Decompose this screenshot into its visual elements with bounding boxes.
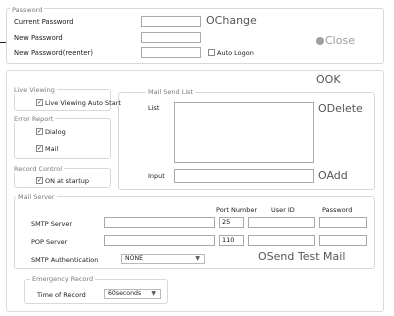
password-group-title: Password <box>10 6 45 14</box>
new-password-label: New Password <box>14 34 63 42</box>
current-password-field[interactable] <box>141 16 201 27</box>
delete-button[interactable]: ODelete <box>318 102 363 115</box>
close-button-label: Close <box>325 34 355 47</box>
add-button[interactable]: OAdd <box>318 169 348 182</box>
pop-server-label: POP Server <box>31 238 68 246</box>
ok-button-label: OK <box>324 73 341 86</box>
change-button-label: Change <box>214 14 257 27</box>
emergency-record-title: Emergency Record <box>30 275 96 283</box>
change-button[interactable]: OChange <box>206 14 257 27</box>
smtp-password-field[interactable] <box>319 217 367 228</box>
ok-button[interactable]: OOK <box>316 73 341 86</box>
time-of-record-label: Time of Record <box>37 291 86 299</box>
input-label: Input <box>148 172 165 180</box>
new-password-reenter-field[interactable] <box>141 47 201 58</box>
on-at-startup-label: ON at startup <box>45 177 90 185</box>
mail-server-title: Mail Server <box>16 193 57 201</box>
smtp-user-id-field[interactable] <box>248 217 315 228</box>
mail-checkbox[interactable]: ✓ <box>36 145 43 152</box>
live-viewing-auto-start-checkbox[interactable]: ✓ <box>36 99 43 106</box>
record-control-title: Record Control <box>14 165 65 173</box>
live-viewing-auto-start-label: Live Viewing Auto Start <box>45 99 121 107</box>
send-test-mail-label: Send Test Mail <box>266 250 346 263</box>
send-test-mail-button[interactable]: OSend Test Mail <box>258 250 345 263</box>
current-password-label: Current Password <box>14 18 74 26</box>
chevron-down-icon: ▼ <box>151 290 156 297</box>
pop-password-field[interactable] <box>319 235 367 246</box>
mail-input-field[interactable] <box>174 169 314 183</box>
circle-icon <box>316 37 324 45</box>
circle-icon: O <box>206 14 215 27</box>
password-header: Password <box>322 206 353 214</box>
smtp-authentication-label: SMTP Authentication <box>31 256 99 264</box>
live-viewing-title: Live Viewing <box>14 86 57 94</box>
user-id-header: User ID <box>271 206 295 214</box>
time-of-record-select[interactable]: 60seconds ▼ <box>104 289 161 299</box>
dialog-label: Dialog <box>45 128 66 136</box>
port-number-header: Port Number <box>216 206 258 214</box>
mail-list-box[interactable] <box>174 102 314 163</box>
on-at-startup-checkbox[interactable]: ✓ <box>36 177 43 184</box>
error-report-group <box>14 118 111 159</box>
auto-logon-label: Auto Logon <box>217 49 254 57</box>
smtp-server-field[interactable] <box>104 217 215 228</box>
mail-label: Mail <box>45 145 59 153</box>
pop-user-id-field[interactable] <box>248 235 315 246</box>
pop-server-field[interactable] <box>104 235 215 246</box>
pop-port-field[interactable]: 110 <box>219 235 244 246</box>
delete-button-label: Delete <box>326 102 363 115</box>
close-button[interactable]: Close <box>316 34 355 47</box>
circle-icon: O <box>318 102 327 115</box>
list-label: List <box>148 104 160 112</box>
smtp-port-field[interactable]: 25 <box>219 217 244 228</box>
circle-icon: O <box>258 250 267 263</box>
auto-logon-checkbox[interactable] <box>208 49 215 56</box>
smtp-server-label: SMTP Server <box>31 220 73 228</box>
time-of-record-value: 60seconds <box>108 290 142 297</box>
smtp-authentication-value: NONE <box>125 255 144 262</box>
new-password-field[interactable] <box>141 32 201 43</box>
mail-send-list-title: Mail Send List <box>146 88 196 96</box>
dialog-checkbox[interactable]: ✓ <box>36 128 43 135</box>
smtp-authentication-select[interactable]: NONE ▼ <box>121 254 205 264</box>
add-button-label: Add <box>326 169 348 182</box>
new-password-reenter-label: New Password(reenter) <box>14 49 93 57</box>
chevron-down-icon: ▼ <box>195 255 200 262</box>
error-report-title: Error Report <box>14 115 56 123</box>
circle-icon: O <box>316 73 325 86</box>
